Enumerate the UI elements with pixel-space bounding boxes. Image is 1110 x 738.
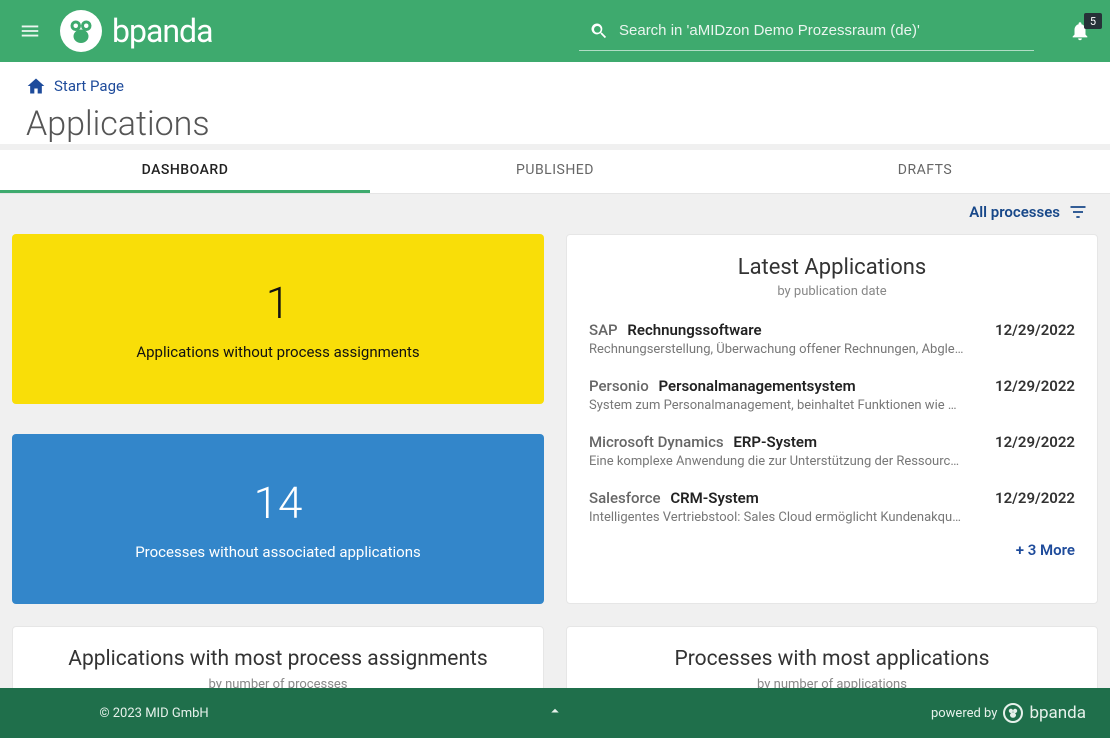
app-date: 12/29/2022 (995, 489, 1075, 507)
app-description: System zum Personalmanagement, beinhalte… (589, 398, 981, 413)
notifications-button[interactable]: 5 (1064, 15, 1096, 47)
menu-icon (19, 20, 41, 42)
powered-by-label: powered by (931, 706, 998, 721)
app-product: Rechnungssoftware (627, 321, 761, 339)
breadcrumb-label: Start Page (54, 77, 124, 95)
chevron-up-icon (546, 702, 564, 720)
top-bar: bpanda 5 (0, 0, 1110, 62)
brand-name: bpanda (112, 12, 212, 50)
brand-logo-icon (60, 10, 102, 52)
footer-powered-by[interactable]: powered by bpanda (826, 703, 1086, 723)
tab-published[interactable]: PUBLISHED (370, 150, 740, 193)
app-date: 12/29/2022 (995, 433, 1075, 451)
tile-value: 1 (266, 277, 290, 329)
app-row[interactable]: Salesforce CRM-System Intelligentes Vert… (589, 479, 1075, 535)
latest-applications-card: Latest Applications by publication date … (566, 234, 1098, 604)
card-title: Processes with most applications (587, 647, 1077, 671)
card-title: Latest Applications (589, 255, 1075, 280)
filter-row: All processes (0, 194, 1110, 230)
card-title: Applications with most process assignmen… (33, 647, 523, 671)
tab-bar: DASHBOARD PUBLISHED DRAFTS (0, 150, 1110, 194)
app-description: Eine komplexe Anwendung die zur Unterstü… (589, 454, 981, 469)
app-product: Personalmanagementsystem (658, 377, 855, 395)
app-vendor: Salesforce (589, 489, 661, 507)
powered-by-brand: bpanda (1029, 703, 1086, 723)
app-description: Intelligentes Vertriebstool: Sales Cloud… (589, 510, 981, 525)
tile-caption: Processes without associated application… (135, 543, 421, 561)
more-link[interactable]: + 3 More (589, 535, 1075, 559)
tab-drafts[interactable]: DRAFTS (740, 150, 1110, 193)
filter-icon (1068, 202, 1088, 222)
brand-logo[interactable]: bpanda (60, 10, 212, 52)
search-input[interactable] (619, 12, 1034, 50)
menu-button[interactable] (14, 15, 46, 47)
card-subtitle: by publication date (589, 284, 1075, 299)
home-icon (26, 76, 46, 96)
dashboard-grid: 1 Applications without process assignmen… (0, 230, 1110, 616)
tile-value: 14 (254, 477, 303, 529)
sub-header: Start Page Applications (0, 62, 1110, 144)
app-date: 12/29/2022 (995, 321, 1075, 339)
notification-badge: 5 (1084, 13, 1102, 29)
app-row[interactable]: Personio Personalmanagementsystem System… (589, 367, 1075, 423)
tile-processes-without-apps[interactable]: 14 Processes without associated applicat… (12, 434, 544, 604)
app-vendor: Microsoft Dynamics (589, 433, 724, 451)
search-icon (579, 12, 619, 50)
breadcrumb[interactable]: Start Page (26, 76, 124, 96)
app-date: 12/29/2022 (995, 377, 1075, 395)
filter-label: All processes (969, 203, 1060, 221)
footer-copyright: © 2023 MID GmbH (24, 706, 284, 721)
app-product: CRM-System (670, 489, 758, 507)
tile-apps-without-processes[interactable]: 1 Applications without process assignmen… (12, 234, 544, 404)
footer-expand-button[interactable] (284, 702, 826, 724)
page-title: Applications (26, 104, 1084, 144)
tile-caption: Applications without process assignments (136, 343, 419, 361)
app-description: Rechnungserstellung, Überwachung offener… (589, 342, 981, 357)
app-row[interactable]: SAP Rechnungssoftware Rechnungserstellun… (589, 311, 1075, 367)
footer: © 2023 MID GmbH powered by bpanda (0, 688, 1110, 738)
brand-logo-icon (1003, 703, 1023, 723)
app-vendor: Personio (589, 377, 649, 395)
filter-button[interactable]: All processes (969, 202, 1088, 222)
app-product: ERP-System (733, 433, 817, 451)
search-field[interactable] (579, 12, 1034, 51)
tab-dashboard[interactable]: DASHBOARD (0, 150, 370, 193)
app-vendor: SAP (589, 321, 618, 339)
app-row[interactable]: Microsoft Dynamics ERP-System Eine kompl… (589, 423, 1075, 479)
